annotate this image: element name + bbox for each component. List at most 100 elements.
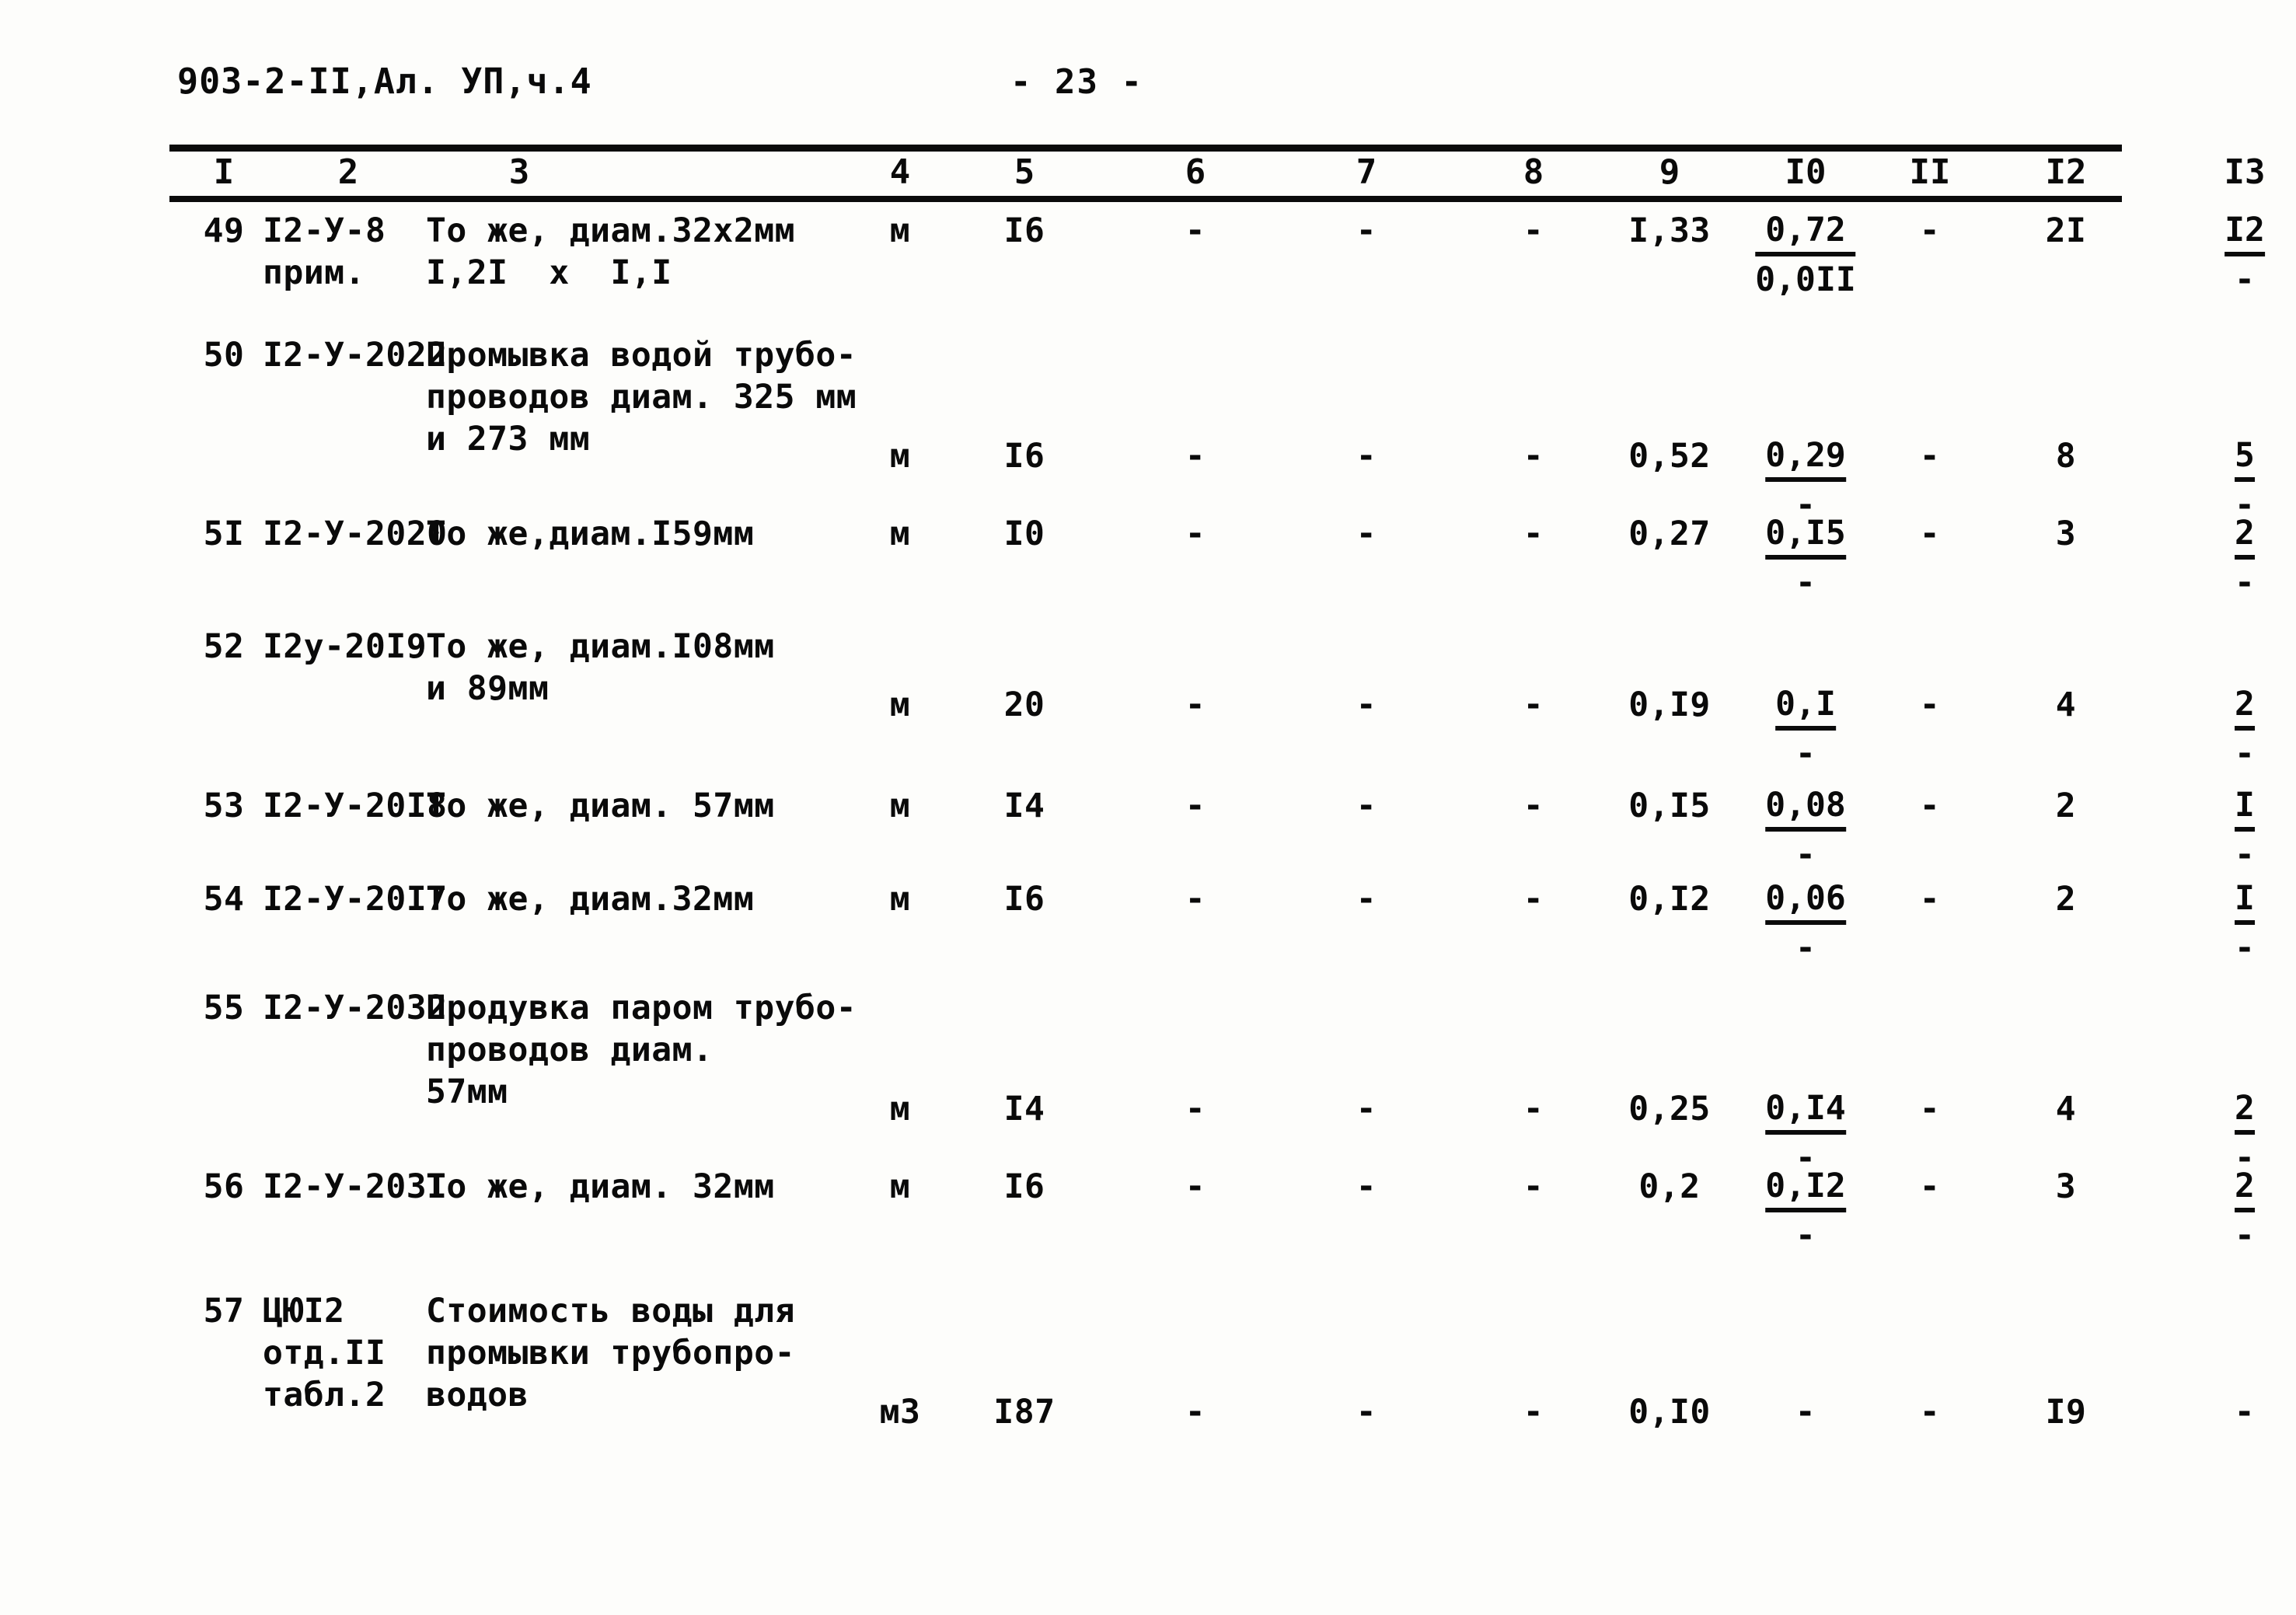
row-col9-cell: 0,27 bbox=[1628, 514, 1711, 553]
row-col12-cell: 4 bbox=[2055, 685, 2077, 724]
column-header-10: I0 bbox=[1785, 152, 1827, 192]
table-header-rule bbox=[169, 196, 2122, 202]
row-col6-cell: - bbox=[1185, 514, 1206, 553]
row-col13-denominator: - bbox=[2235, 563, 2255, 602]
row-code-cell: I2-У-2020 bbox=[263, 514, 448, 553]
row-col9-cell: I,33 bbox=[1628, 211, 1711, 250]
table-top-rule bbox=[169, 145, 2122, 152]
row-col11-cell: - bbox=[1919, 1090, 1941, 1128]
row-number-cell: 5I bbox=[203, 514, 245, 553]
column-header-2: 2 bbox=[337, 152, 359, 192]
row-col13-denominator: - bbox=[2235, 734, 2255, 773]
row-number-cell: 57 bbox=[203, 1292, 245, 1331]
row-col10-denominator: - bbox=[1795, 734, 1816, 773]
row-col13-numerator: I2 bbox=[2224, 210, 2265, 256]
row-col6-cell: - bbox=[1185, 1167, 1206, 1206]
row-col10-fraction-cell: 0,I2 - bbox=[1765, 1166, 1846, 1256]
row-code-cell: I2у-20I9 bbox=[263, 627, 427, 666]
row-col10-denominator: - bbox=[1795, 929, 1816, 968]
row-col8-cell: - bbox=[1523, 1167, 1544, 1206]
row-number-cell: 50 bbox=[203, 336, 245, 375]
row-col6-cell: - bbox=[1185, 437, 1206, 476]
row-name-cell: То же,диам.I59мм bbox=[426, 514, 755, 553]
page-header: 903-2-II,Ал. УП,ч.4 - 23 - bbox=[0, 61, 2296, 107]
column-header-7: 7 bbox=[1356, 152, 1377, 192]
row-col7-cell: - bbox=[1356, 685, 1377, 724]
row-col10-denominator: - bbox=[1795, 835, 1816, 874]
row-col12-cell: 2 bbox=[2055, 880, 2077, 919]
column-header-6: 6 bbox=[1185, 152, 1206, 192]
row-unit-cell: м bbox=[889, 514, 911, 553]
row-col10-denominator: 0,0II bbox=[1755, 260, 1856, 299]
row-name-cell: То же, диам.I08мм и 89мм bbox=[426, 627, 775, 708]
row-col13-fraction-cell: 2- bbox=[2235, 513, 2255, 603]
row-col8-cell: - bbox=[1523, 514, 1544, 553]
column-header-5: 5 bbox=[1014, 152, 1035, 192]
row-unit-cell: м bbox=[889, 1167, 911, 1206]
row-col11-cell: - bbox=[1919, 880, 1941, 919]
row-code-cell: ЦЮI2 отд.II табл.2 bbox=[263, 1292, 386, 1414]
row-col13-numerator: 2 bbox=[2235, 1088, 2255, 1135]
row-code-cell: I2-У-8 прим. bbox=[263, 211, 386, 292]
column-header-1: I bbox=[213, 152, 235, 192]
row-quantity-cell: I6 bbox=[1003, 211, 1045, 250]
row-col7-cell: - bbox=[1356, 211, 1377, 250]
row-code-cell: I2-У-20I7 bbox=[263, 880, 448, 919]
row-name-cell: То же, диам. 32мм bbox=[426, 1167, 775, 1206]
row-col10-fraction-cell: 0,06 - bbox=[1765, 878, 1846, 968]
table-column-header-row: I 2 3 4 5 6 7 8 9 I0 II I2 I3 bbox=[169, 152, 2266, 196]
row-col9-cell: 0,I5 bbox=[1628, 787, 1711, 825]
row-quantity-cell: 20 bbox=[1003, 685, 1045, 724]
row-col13-numerator: 2 bbox=[2235, 684, 2255, 731]
row-col10-fraction-cell: 0,I5- bbox=[1765, 513, 1846, 603]
row-col8-cell: - bbox=[1523, 437, 1544, 476]
row-col6-cell: - bbox=[1185, 211, 1206, 250]
row-col9-cell: 0,25 bbox=[1628, 1090, 1711, 1128]
row-col7-cell: - bbox=[1356, 1090, 1377, 1128]
column-header-4: 4 bbox=[889, 152, 911, 192]
row-unit-cell: м bbox=[889, 211, 911, 250]
row-col8-cell: - bbox=[1523, 685, 1544, 724]
row-quantity-cell: I6 bbox=[1003, 1167, 1045, 1206]
row-number-cell: 55 bbox=[203, 989, 245, 1027]
row-col12-cell: I9 bbox=[2045, 1393, 2087, 1432]
row-col8-cell: - bbox=[1523, 211, 1544, 250]
row-col6-cell: - bbox=[1185, 787, 1206, 825]
row-col12-cell: 4 bbox=[2055, 1090, 2077, 1128]
row-col9-cell: 0,I0 bbox=[1628, 1393, 1711, 1432]
row-col6-cell: - bbox=[1185, 880, 1206, 919]
row-col9-cell: 0,I9 bbox=[1628, 685, 1711, 724]
row-col13-fraction-cell: 2- bbox=[2235, 684, 2255, 774]
scanned-document-page: 903-2-II,Ал. УП,ч.4 - 23 - I 2 3 4 5 6 7 8 9 I0 II… bbox=[0, 0, 2296, 1615]
row-col10-numerator: 0,08 bbox=[1765, 785, 1846, 832]
row-quantity-cell: I4 bbox=[1003, 787, 1045, 825]
row-col11-cell: - bbox=[1919, 685, 1941, 724]
row-col8-cell: - bbox=[1523, 1393, 1544, 1432]
row-col10-numerator: 0,I5 bbox=[1765, 513, 1846, 560]
row-name-cell: Стоимость воды для промывки трубопро- во… bbox=[426, 1292, 795, 1414]
row-col6-cell: - bbox=[1185, 1393, 1206, 1432]
row-quantity-cell: I6 bbox=[1003, 437, 1045, 476]
row-col10-numerator: 0,I4 bbox=[1765, 1088, 1846, 1135]
row-col10-numerator: 0,I2 bbox=[1765, 1166, 1846, 1212]
row-col9-cell: 0,52 bbox=[1628, 437, 1711, 476]
document-code: 903-2-II,Ал. УП,ч.4 bbox=[177, 61, 592, 102]
row-quantity-cell: I4 bbox=[1003, 1090, 1045, 1128]
page-number: - 23 - bbox=[1010, 62, 1143, 102]
row-col13-fraction-cell: I2 - bbox=[2224, 210, 2265, 300]
row-col10-numerator: 0,06 bbox=[1765, 878, 1846, 925]
row-col12-cell: 3 bbox=[2055, 514, 2077, 553]
row-unit-cell: м bbox=[889, 880, 911, 919]
row-col10-fraction-cell: 0,08- bbox=[1765, 785, 1846, 875]
row-col11-cell: - bbox=[1919, 514, 1941, 553]
row-col10-fraction-cell: 0,29- bbox=[1765, 435, 1846, 525]
row-col13-denominator: - bbox=[2235, 835, 2255, 874]
row-col10-numerator: 0,72 bbox=[1755, 210, 1856, 256]
row-name-cell: То же, диам.32мм bbox=[426, 880, 755, 919]
row-unit-cell: м bbox=[889, 1090, 911, 1128]
row-quantity-cell: I87 bbox=[993, 1393, 1056, 1432]
row-col13-denominator: - bbox=[2235, 929, 2255, 968]
row-col7-cell: - bbox=[1356, 1393, 1377, 1432]
row-number-cell: 49 bbox=[203, 211, 245, 250]
row-col13-fraction-cell: 5- bbox=[2235, 435, 2255, 525]
